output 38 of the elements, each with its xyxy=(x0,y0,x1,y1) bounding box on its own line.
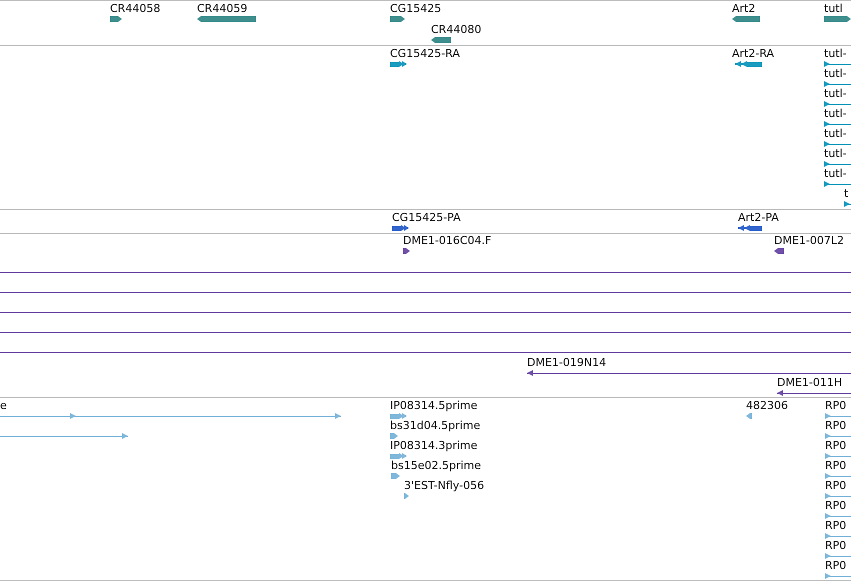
feature-label: CG15425-RA xyxy=(390,48,460,60)
feature-label: DME1-007L2 xyxy=(774,235,844,247)
feature-label: RP0 xyxy=(825,440,846,452)
feature-label: RP0 xyxy=(825,520,846,532)
feature-label: CG15425 xyxy=(390,3,442,15)
feature-label: RP0 xyxy=(825,480,846,492)
feature-label: Art2-RA xyxy=(732,48,774,60)
feature-label: RP0 xyxy=(825,460,846,472)
feature-label: CG15425-PA xyxy=(392,212,461,224)
feature-label: CR44059 xyxy=(197,3,248,15)
feature-label: tutl- xyxy=(824,108,847,120)
feature-label: 3'EST-Nfly-056 xyxy=(404,480,484,492)
feature-label: RP0 xyxy=(825,540,846,552)
feature-label: RP0 xyxy=(825,560,846,572)
feature-label: Art2-PA xyxy=(738,212,779,224)
feature-label: tutl- xyxy=(824,148,847,160)
feature-label: Art2 xyxy=(732,3,756,15)
feature-label: t xyxy=(844,188,848,200)
feature-label: IP08314.3prime xyxy=(390,440,478,452)
feature-label: tutl- xyxy=(824,168,847,180)
feature-label: DME1-011H xyxy=(777,377,842,389)
feature-label: RP0 xyxy=(825,500,846,512)
feature-label: CR44080 xyxy=(431,24,482,36)
feature-label: tutl- xyxy=(824,68,847,80)
feature-label: tutl- xyxy=(824,48,847,60)
feature-label: bs15e02.5prime xyxy=(391,460,482,472)
feature-label: DME1-016C04.F xyxy=(403,235,492,247)
feature-label: CR44058 xyxy=(110,3,160,15)
feature-label: DME1-019N14 xyxy=(527,357,606,369)
feature-label: IP08314.5prime xyxy=(390,400,478,412)
feature-label: tutl- xyxy=(824,128,847,140)
feature-label: bs31d04.5prime xyxy=(390,420,480,432)
feature-label: e xyxy=(0,400,7,412)
feature-label: RP0 xyxy=(825,400,846,412)
feature-label: tutl- xyxy=(824,88,847,100)
feature-label: tutl xyxy=(824,3,843,15)
feature-label: RP0 xyxy=(825,420,846,432)
feature-label: 482306 xyxy=(746,400,788,412)
